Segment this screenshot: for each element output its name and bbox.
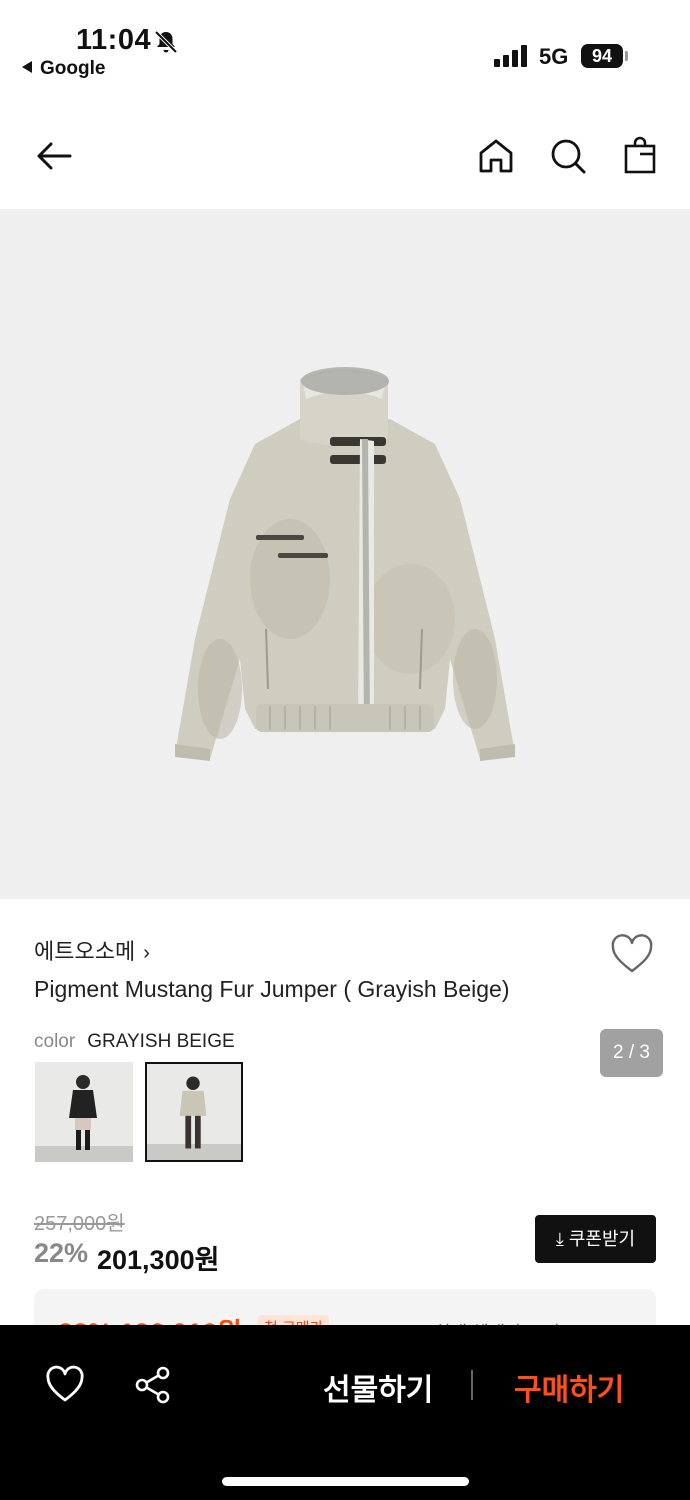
back-triangle-icon (22, 61, 32, 73)
home-indicator[interactable] (222, 1477, 469, 1486)
chevron-right-icon: › (143, 942, 150, 964)
back-arrow-icon[interactable] (34, 136, 74, 176)
shopping-bag-icon[interactable] (620, 136, 660, 176)
color-value: GRAYISH BEIGE (87, 1031, 235, 1052)
brand-name: 에트오소메 (34, 939, 136, 964)
share-icon[interactable] (133, 1365, 173, 1405)
jacket-product-image (175, 367, 515, 761)
product-image-gallery[interactable]: 2 / 3 (0, 209, 690, 1077)
top-nav-bar (0, 120, 690, 200)
divider (471, 1370, 473, 1400)
buy-button[interactable]: 구매하기 (514, 1365, 624, 1409)
brand-link[interactable]: 에트오소메 › (34, 934, 150, 966)
status-time: 11:04 (76, 24, 152, 56)
search-icon[interactable] (548, 136, 588, 176)
grayish-beige-jacket-thumbnail (179, 1076, 207, 1149)
cellular-signal-icon (494, 45, 527, 67)
gift-button[interactable]: 선물하기 (323, 1365, 433, 1409)
network-type: 5G (539, 44, 569, 69)
back-app-label: Google (40, 58, 106, 79)
wishlist-heart-icon[interactable] (45, 1365, 85, 1405)
bell-muted-icon (154, 30, 178, 54)
original-price: 257,000원 (34, 1213, 125, 1235)
product-name: Pigment Mustang Fur Jumper ( Grayish Bei… (34, 976, 510, 1002)
color-row: color GRAYISH BEIGE (34, 1031, 235, 1053)
download-coupon-button[interactable]: ⤓ 쿠폰받기 (535, 1215, 656, 1263)
image-counter: 2 / 3 (600, 1029, 663, 1077)
black-jacket-thumbnail (69, 1075, 97, 1150)
sale-price: 201,300원 (97, 1245, 220, 1275)
home-icon[interactable] (476, 136, 516, 176)
status-bar: 11:04 Google 5G 94 (0, 0, 690, 90)
bottom-action-bar: 선물하기 구매하기 (0, 1325, 690, 1500)
color-label: color (34, 1031, 76, 1052)
color-swatch-grayish-beige[interactable] (145, 1062, 243, 1162)
discount-rate: 22% (34, 1238, 89, 1268)
color-swatch-black[interactable] (35, 1062, 133, 1162)
wishlist-heart-icon[interactable] (610, 934, 654, 974)
battery-tip (625, 51, 628, 61)
back-to-app-link[interactable]: Google (22, 58, 105, 80)
battery-indicator: 94 (581, 44, 623, 68)
